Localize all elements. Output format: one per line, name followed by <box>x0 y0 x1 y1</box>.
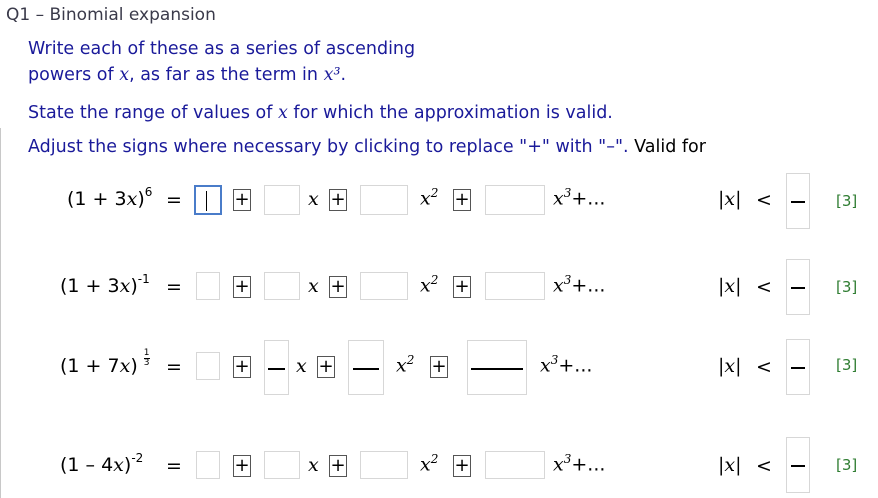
x2-label: x2 <box>420 452 439 476</box>
x-coefficient-fraction-input[interactable] <box>264 340 289 395</box>
sign-toggle-x3-term[interactable]: + <box>453 189 471 211</box>
constant-term-input[interactable] <box>194 185 222 215</box>
x-label: x <box>308 188 319 210</box>
sign-toggle-x2-term[interactable]: + <box>329 455 347 477</box>
fractional-exponent: 13 <box>143 348 150 368</box>
sign-toggle-x3-term[interactable]: + <box>453 455 471 477</box>
x3-coefficient-fraction-input[interactable] <box>467 340 527 395</box>
less-than-sign: < <box>756 276 772 298</box>
expression-2: (1 + 3x)-1 <box>60 272 150 297</box>
marks-label: [3] <box>836 278 858 296</box>
x3-coefficient-input[interactable] <box>485 185 545 215</box>
x3-label: x3+... <box>553 452 606 476</box>
expression-4: (1 – 4x)-2 <box>60 451 144 476</box>
equals-sign: = <box>166 189 182 211</box>
left-divider <box>0 128 1 498</box>
abs-x-label: |x| <box>718 275 742 297</box>
equals-sign: = <box>166 276 182 298</box>
marks-label: [3] <box>836 456 858 474</box>
x2-coefficient-input[interactable] <box>360 451 408 479</box>
x-coefficient-input[interactable] <box>264 451 300 479</box>
abs-x-label: |x| <box>718 188 742 210</box>
instruction-line-4: Adjust the signs where necessary by clic… <box>28 137 706 157</box>
x-label: x <box>308 454 319 476</box>
x3-coefficient-input[interactable] <box>485 272 545 300</box>
x-coefficient-input[interactable] <box>264 185 300 215</box>
constant-term-input[interactable] <box>196 451 220 479</box>
question-title: Q1 – Binomial expansion <box>6 5 216 25</box>
equals-sign: = <box>166 356 182 378</box>
less-than-sign: < <box>756 356 772 378</box>
equals-sign: = <box>166 455 182 477</box>
x3-coefficient-input[interactable] <box>485 451 545 479</box>
sign-toggle-x2-term[interactable]: + <box>317 356 335 378</box>
validity-fraction-input[interactable] <box>786 339 810 395</box>
x3-label: x3+... <box>540 353 593 377</box>
constant-term-input[interactable] <box>196 352 220 380</box>
x2-coefficient-input[interactable] <box>360 272 408 300</box>
x2-label: x2 <box>396 353 415 377</box>
sign-toggle-x3-term[interactable]: + <box>430 356 448 378</box>
x3-label: x3+... <box>553 273 606 297</box>
abs-x-label: |x| <box>718 355 742 377</box>
x-label: x <box>296 355 307 377</box>
sign-toggle-x-term[interactable]: + <box>233 356 251 378</box>
sign-toggle-x-term[interactable]: + <box>233 455 251 477</box>
x-label: x <box>308 275 319 297</box>
x2-coefficient-fraction-input[interactable] <box>348 340 384 395</box>
x2-label: x2 <box>420 186 439 210</box>
sign-toggle-x2-term[interactable]: + <box>329 276 347 298</box>
constant-term-input[interactable] <box>196 272 220 300</box>
instruction-line-1: Write each of these as a series of ascen… <box>28 39 416 59</box>
sign-toggle-x-term[interactable]: + <box>233 276 251 298</box>
marks-label: [3] <box>836 356 858 374</box>
less-than-sign: < <box>756 189 772 211</box>
validity-fraction-input[interactable] <box>786 173 810 229</box>
expression-1: (1 + 3x)6 <box>67 185 153 210</box>
sign-toggle-x2-term[interactable]: + <box>329 189 347 211</box>
x-coefficient-input[interactable] <box>264 272 300 300</box>
less-than-sign: < <box>756 455 772 477</box>
x2-label: x2 <box>420 273 439 297</box>
validity-fraction-input[interactable] <box>786 437 810 493</box>
instruction-line-3: State the range of values of x for which… <box>28 103 613 123</box>
instruction-line-2: powers of x, as far as the term in x³. <box>28 65 347 85</box>
marks-label: [3] <box>836 192 858 210</box>
valid-for-label: Valid for <box>634 137 706 157</box>
x2-coefficient-input[interactable] <box>360 185 408 215</box>
validity-fraction-input[interactable] <box>786 259 810 315</box>
sign-toggle-x-term[interactable]: + <box>233 189 251 211</box>
expression-3: (1 + 7x) 13 <box>60 348 150 377</box>
x3-label: x3+... <box>553 186 606 210</box>
abs-x-label: |x| <box>718 454 742 476</box>
sign-toggle-x3-term[interactable]: + <box>453 276 471 298</box>
